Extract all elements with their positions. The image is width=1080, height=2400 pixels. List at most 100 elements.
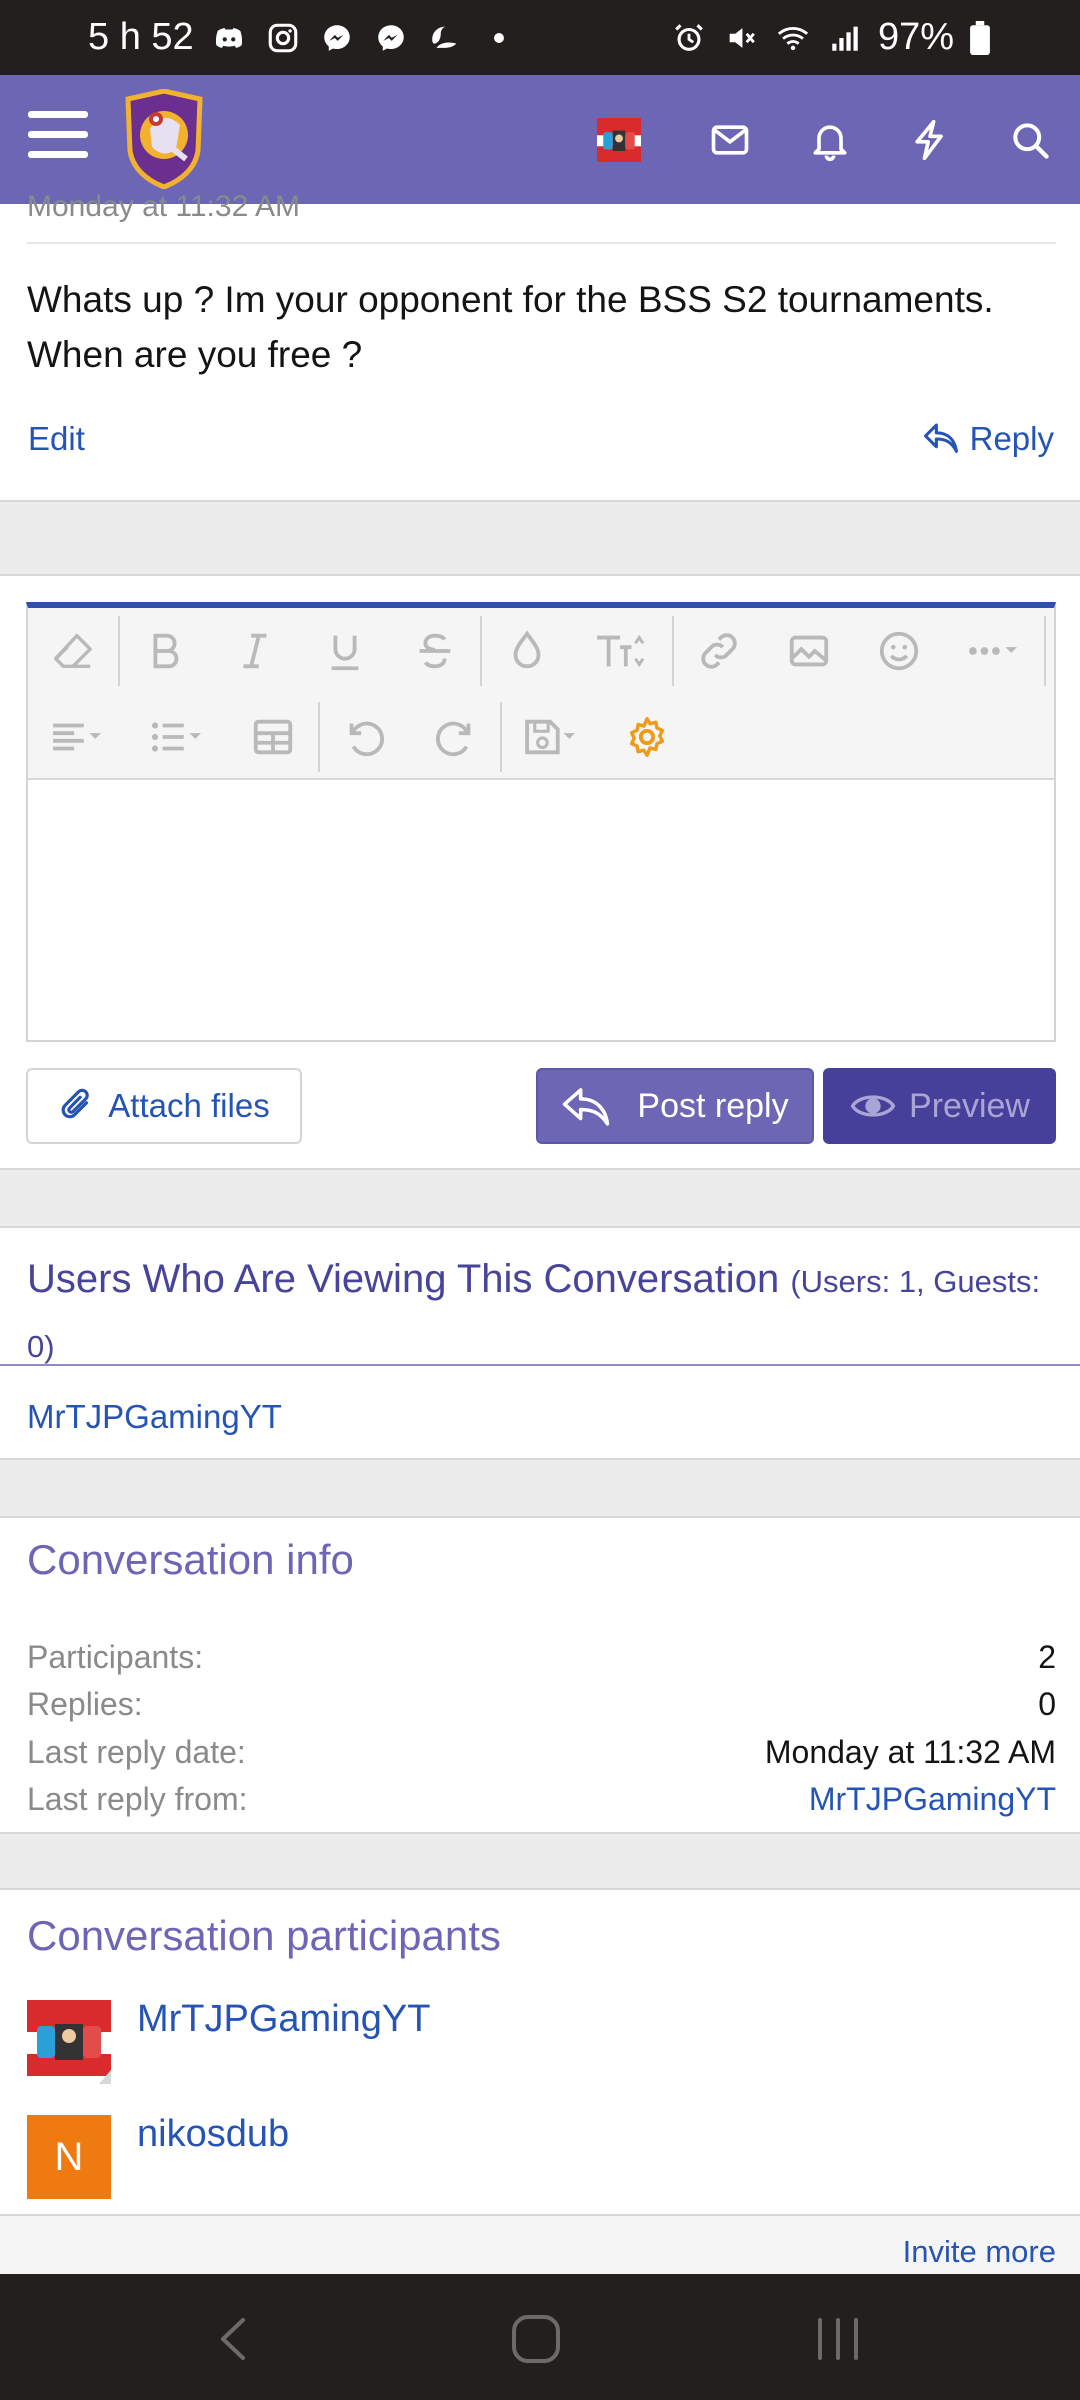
- last-reply-user-link[interactable]: MrTJPGamingYT: [809, 1781, 1056, 1818]
- bolt-icon[interactable]: [880, 75, 980, 204]
- info-label: Participants:: [27, 1639, 204, 1675]
- info-row-replies: Replies: 0: [27, 1681, 1056, 1728]
- app-bar: [0, 75, 1080, 204]
- avatar[interactable]: N: [27, 2115, 111, 2199]
- section-gap: [0, 1834, 1080, 1888]
- viewers-divider: [0, 1364, 1080, 1366]
- status-left: 5 h 52: [88, 16, 518, 59]
- info-label: Replies:: [27, 1686, 143, 1722]
- invite-more-link[interactable]: Invite more: [903, 2234, 1056, 2270]
- instagram-icon: [264, 19, 302, 57]
- invite-bar: Invite more: [0, 2216, 1080, 2274]
- section-gap: [0, 1460, 1080, 1516]
- conversation-info-section: Conversation info Participants: 2 Replie…: [0, 1516, 1080, 1834]
- inbox-icon[interactable]: [680, 75, 780, 204]
- battery-icon: [968, 19, 992, 57]
- recents-icon[interactable]: [808, 2314, 868, 2364]
- back-icon[interactable]: [205, 2314, 265, 2364]
- status-bar: 5 h 52 97%: [0, 0, 1080, 75]
- strikethrough-icon[interactable]: [390, 616, 480, 686]
- messenger-icon: [372, 19, 410, 57]
- edit-link[interactable]: Edit: [28, 420, 85, 458]
- info-row-last-reply-from: Last reply from: MrTJPGamingYT: [27, 1776, 1056, 1823]
- participants-title: Conversation participants: [27, 1912, 501, 1959]
- message-post: Monday at 11:32 AM Whats up ? Im your op…: [0, 190, 1080, 502]
- avatar[interactable]: [27, 2000, 111, 2084]
- section-gap: [0, 1170, 1080, 1226]
- link-icon[interactable]: [674, 616, 764, 686]
- underline-icon[interactable]: [300, 616, 390, 686]
- eye-icon: [850, 1095, 896, 1117]
- participant-item: N nikosdub: [27, 2113, 289, 2199]
- paperclip-icon: [61, 1088, 90, 1119]
- toolbar-separator: [1044, 616, 1046, 686]
- table-icon[interactable]: [228, 702, 318, 772]
- mute-icon: [722, 19, 760, 57]
- more-icon[interactable]: [944, 616, 1044, 686]
- battery-level: 97%: [877, 16, 954, 58]
- image-icon[interactable]: [764, 616, 854, 686]
- eraser-icon[interactable]: [28, 616, 118, 686]
- preview-button[interactable]: Preview: [823, 1068, 1056, 1144]
- dot-icon: [480, 19, 518, 57]
- participant-item: MrTJPGamingYT: [27, 1998, 430, 2084]
- viewers-section: Users Who Are Viewing This Conversation …: [0, 1226, 1080, 1460]
- messenger-icon: [318, 19, 356, 57]
- menu-icon[interactable]: [28, 111, 88, 167]
- info-value: Monday at 11:32 AM: [764, 1734, 1056, 1770]
- reply-editor-block: Attach files Post reply Preview: [0, 574, 1080, 1170]
- participant-name-link[interactable]: MrTJPGamingYT: [137, 1998, 430, 2041]
- message-date: Monday at 11:32 AM: [27, 190, 300, 223]
- undo-icon[interactable]: [320, 702, 410, 772]
- editor-text-area[interactable]: [28, 780, 1054, 1040]
- search-icon[interactable]: [980, 75, 1080, 204]
- alarm-icon: [670, 19, 708, 57]
- participant-name-link[interactable]: nikosdub: [137, 2113, 289, 2156]
- attach-files-button[interactable]: Attach files: [26, 1068, 302, 1144]
- settings-gear-icon[interactable]: [602, 702, 692, 772]
- reply-link[interactable]: Reply: [922, 420, 1054, 458]
- conversation-info-title: Conversation info: [27, 1536, 354, 1583]
- viewers-heading: Users Who Are Viewing This Conversation: [27, 1257, 780, 1301]
- save-draft-icon[interactable]: [502, 702, 602, 772]
- info-label: Last reply date:: [27, 1734, 246, 1770]
- sleep-icon: [426, 19, 464, 57]
- text-size-icon[interactable]: [572, 616, 672, 686]
- toolbar-row-1: [28, 608, 1046, 694]
- participants-section: Conversation participants MrTJPGamingYT …: [0, 1888, 1080, 2216]
- info-value: 2: [1038, 1639, 1056, 1675]
- reply-label: Reply: [969, 420, 1054, 457]
- status-time: 5 h 52: [88, 16, 194, 58]
- wifi-icon: [774, 19, 812, 57]
- rich-text-editor: [26, 602, 1056, 1042]
- reply-icon: [563, 1088, 610, 1126]
- list-icon[interactable]: [128, 702, 228, 772]
- system-nav-bar: [0, 2274, 1080, 2400]
- discord-icon: [210, 19, 248, 57]
- info-row-last-reply-date: Last reply date: Monday at 11:32 AM: [27, 1729, 1056, 1776]
- align-icon[interactable]: [28, 702, 128, 772]
- message-body: Whats up ? Im your opponent for the BSS …: [27, 279, 994, 375]
- italic-icon[interactable]: [210, 616, 300, 686]
- redo-icon[interactable]: [410, 702, 500, 772]
- info-row-participants: Participants: 2: [27, 1634, 1056, 1681]
- viewer-user-link[interactable]: MrTJPGamingYT: [27, 1398, 282, 1436]
- smiley-icon[interactable]: [854, 616, 944, 686]
- site-logo[interactable]: [120, 88, 208, 190]
- info-label: Last reply from:: [27, 1781, 248, 1817]
- section-gap: [0, 502, 1080, 574]
- bell-icon[interactable]: [780, 75, 880, 204]
- toolbar-row-2: [28, 694, 692, 780]
- reply-icon: [923, 423, 958, 453]
- post-reply-button[interactable]: Post reply: [536, 1068, 814, 1144]
- user-avatar[interactable]: [580, 75, 680, 204]
- viewers-title: Users Who Are Viewing This Conversation …: [27, 1248, 1047, 1378]
- preview-label: Preview: [909, 1086, 1030, 1125]
- message-divider: [27, 242, 1056, 244]
- editor-toolbar: [28, 608, 1054, 780]
- home-icon[interactable]: [506, 2314, 566, 2364]
- bold-icon[interactable]: [120, 616, 210, 686]
- app-bar-actions: [580, 75, 1080, 204]
- attach-files-label: Attach files: [108, 1087, 270, 1124]
- color-drop-icon[interactable]: [482, 616, 572, 686]
